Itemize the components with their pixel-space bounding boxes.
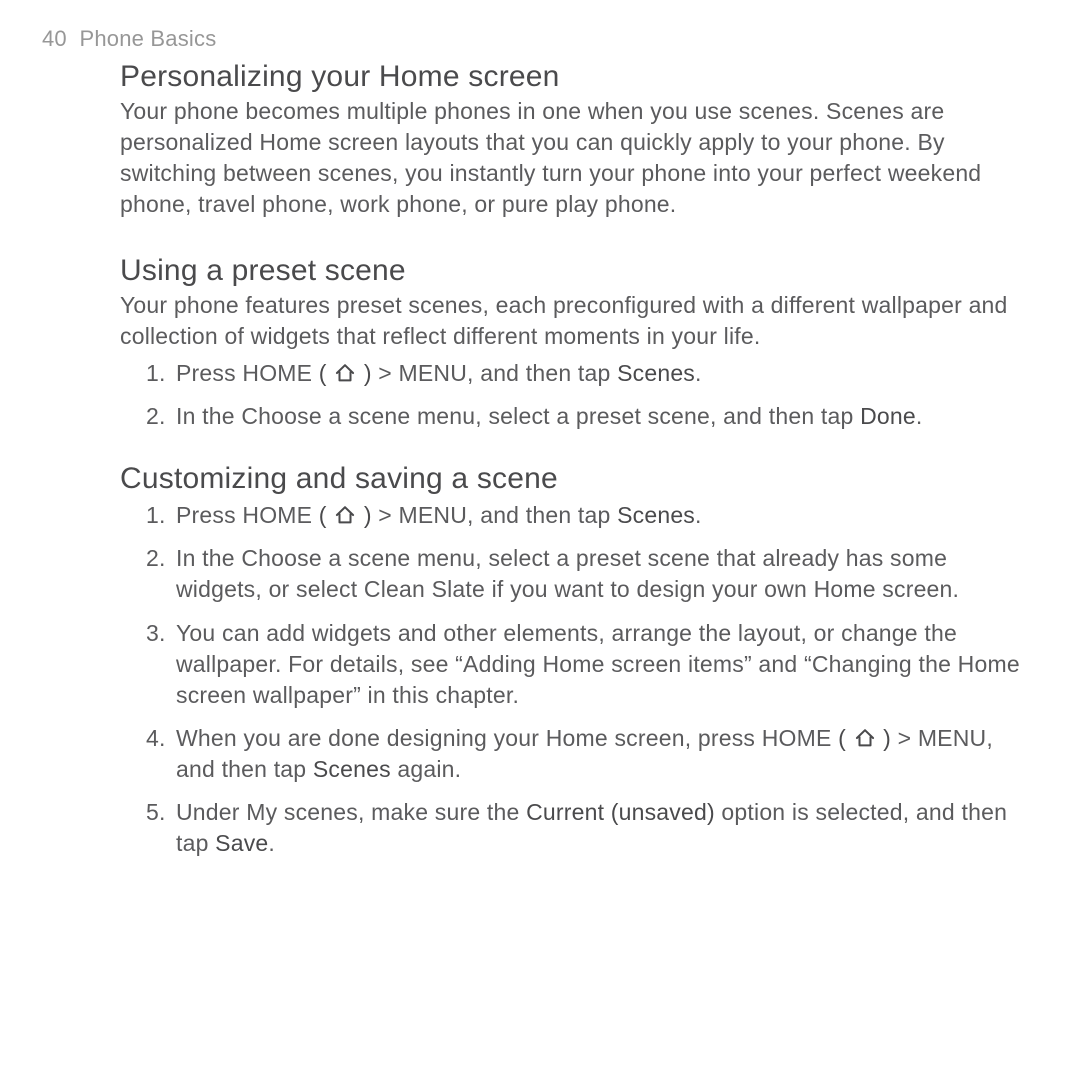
page-number: 40 <box>42 26 67 51</box>
step-text: Under My scenes, make sure the <box>176 799 526 825</box>
home-icon <box>334 504 356 526</box>
step-text: In the Choose a scene menu, select a pre… <box>176 545 959 602</box>
step-text: When you are done designing your Home sc… <box>176 725 838 751</box>
scenes-label: Scenes <box>617 360 695 386</box>
section-title-personalizing: Personalizing your Home screen <box>120 60 1030 94</box>
paren-open: ( <box>319 502 333 528</box>
section-title-customizing: Customizing and saving a scene <box>120 462 1030 496</box>
customizing-steps-list: Press HOME ( ) > MENU, and then tap Scen… <box>120 500 1030 870</box>
done-label: Done <box>860 403 916 429</box>
step-text: Press HOME <box>176 360 319 386</box>
step-text: again. <box>391 756 461 782</box>
paren-close: ) <box>357 502 371 528</box>
list-item: When you are done designing your Home sc… <box>146 723 1030 797</box>
paren-open: ( <box>838 725 852 751</box>
step-text: You can add widgets and other elements, … <box>176 620 1020 708</box>
content-area: Personalizing your Home screen Your phon… <box>40 60 1040 871</box>
step-text: > MENU, and then tap <box>372 502 617 528</box>
scenes-label: Scenes <box>313 756 391 782</box>
preset-steps-list: Press HOME ( ) > MENU, and then tap Scen… <box>120 358 1030 444</box>
step-text: Press HOME <box>176 502 319 528</box>
home-icon <box>854 727 876 749</box>
list-item: In the Choose a scene menu, select a pre… <box>146 543 1030 617</box>
paren-close: ) <box>877 725 891 751</box>
home-icon <box>334 362 356 384</box>
list-item: Under My scenes, make sure the Current (… <box>146 797 1030 871</box>
section-body-personalizing: Your phone becomes multiple phones in on… <box>120 96 1030 220</box>
section-title-preset: Using a preset scene <box>120 254 1030 288</box>
section-body-preset: Your phone features preset scenes, each … <box>120 290 1030 352</box>
step-text: . <box>916 403 923 429</box>
manual-page: 40 Phone Basics Personalizing your Home … <box>0 0 1080 1080</box>
list-item: Press HOME ( ) > MENU, and then tap Scen… <box>146 500 1030 543</box>
step-text: . <box>268 830 275 856</box>
list-item: In the Choose a scene menu, select a pre… <box>146 401 1030 444</box>
step-text: > MENU, and then tap <box>372 360 617 386</box>
step-text: In the Choose a scene menu, select a pre… <box>176 403 860 429</box>
paren-close: ) <box>357 360 371 386</box>
paren-open: ( <box>319 360 333 386</box>
save-label: Save <box>215 830 268 856</box>
step-text: . <box>695 360 702 386</box>
scenes-label: Scenes <box>617 502 695 528</box>
list-item: Press HOME ( ) > MENU, and then tap Scen… <box>146 358 1030 401</box>
chapter-title: Phone Basics <box>80 26 217 51</box>
step-text: . <box>695 502 702 528</box>
page-header: 40 Phone Basics <box>42 26 1040 52</box>
list-item: You can add widgets and other elements, … <box>146 618 1030 723</box>
current-unsaved-label: Current (unsaved) <box>526 799 715 825</box>
